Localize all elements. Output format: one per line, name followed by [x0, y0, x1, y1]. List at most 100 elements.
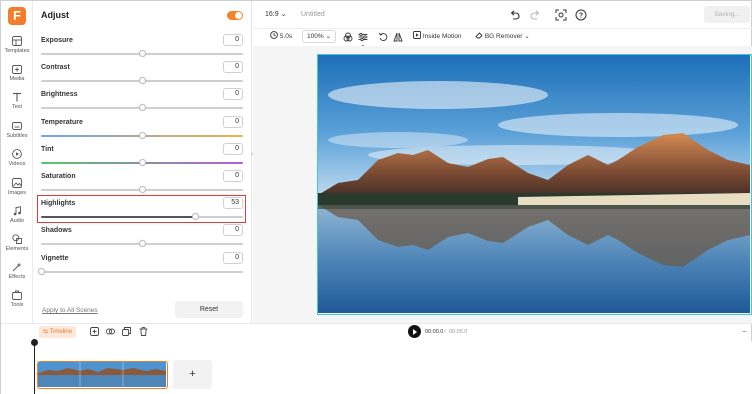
- split-icon[interactable]: [106, 327, 115, 336]
- timeline-icon: ⇆: [43, 329, 49, 335]
- videos-icon: [12, 149, 22, 159]
- flip-icon[interactable]: [393, 32, 403, 42]
- slider-value-input[interactable]: 0: [223, 224, 243, 237]
- playhead-handle[interactable]: [31, 339, 38, 346]
- reset-button[interactable]: Reset: [175, 301, 243, 318]
- slider-value-input[interactable]: 0: [223, 142, 243, 155]
- rail-item-videos[interactable]: Videos: [1, 149, 33, 167]
- project-title[interactable]: Untitled: [301, 11, 325, 18]
- left-rail: F Templates Media Text Subtitles Videos …: [1, 1, 33, 323]
- editor-window: F Templates Media Text Subtitles Videos …: [0, 0, 752, 394]
- slider-saturation: Saturation 0: [41, 170, 243, 197]
- slider-value-input[interactable]: 0: [223, 251, 243, 264]
- timeline-tab[interactable]: ⇆ Timeline: [39, 326, 77, 338]
- bg-remover-button[interactable]: BG Remover ⌄: [475, 31, 530, 40]
- slider-label: Temperature: [41, 118, 83, 126]
- screenshot-icon[interactable]: [555, 9, 567, 21]
- audio-icon: [13, 206, 21, 216]
- images-icon: [12, 178, 22, 188]
- scene-clip[interactable]: [37, 361, 168, 389]
- duplicate-icon[interactable]: [122, 327, 131, 336]
- rail-label: Videos: [8, 161, 26, 167]
- slider-thumb[interactable]: [138, 131, 146, 139]
- slider-thumb[interactable]: [138, 104, 146, 112]
- slider-thumb[interactable]: [138, 186, 146, 193]
- rail-item-templates[interactable]: Templates: [1, 36, 33, 54]
- slider-vignette: Vignette 0: [37, 251, 243, 279]
- add-clip-button[interactable]: +: [173, 360, 212, 389]
- rail-item-images[interactable]: Images: [1, 178, 33, 196]
- saving-button[interactable]: Saving...: [704, 6, 750, 23]
- slider-value-input[interactable]: 0: [223, 170, 243, 182]
- scene-image[interactable]: [317, 54, 752, 315]
- filter-icon[interactable]: [343, 32, 353, 42]
- slider-contrast: Contrast 0: [41, 61, 243, 88]
- rail-item-tools[interactable]: Tools: [1, 290, 33, 308]
- templates-icon: [12, 36, 22, 46]
- zoom-value: 100%: [307, 33, 324, 40]
- rail-label: Subtitles: [6, 133, 28, 139]
- adjust-toggle[interactable]: [227, 11, 243, 20]
- playhead-line[interactable]: [34, 339, 35, 394]
- zoom-out-icon[interactable]: −: [742, 327, 747, 336]
- slider-value-input[interactable]: 0: [223, 61, 243, 74]
- zoom-select[interactable]: 100% ⌄: [302, 30, 336, 43]
- slider-value-input[interactable]: 0: [223, 88, 243, 101]
- rotate-icon[interactable]: [378, 32, 388, 42]
- adjust-panel: Adjust Exposure 0 Contrast 0 Brightness 0 Temp…: [34, 1, 252, 323]
- slider-label: Shadows: [41, 227, 72, 235]
- app-logo[interactable]: F: [8, 7, 26, 25]
- inside-motion-button[interactable]: Inside Motion: [413, 31, 461, 40]
- slider-thumb[interactable]: [138, 240, 146, 248]
- duration-control[interactable]: 5.0s: [270, 31, 292, 40]
- slider-label: Vignette: [41, 254, 69, 262]
- aspect-ratio-select[interactable]: 16:9 ⌄: [265, 10, 286, 18]
- total-time: 00:05.0: [449, 329, 468, 335]
- slider-exposure: Exposure 0: [41, 34, 243, 61]
- slider-value-input[interactable]: 0: [223, 115, 243, 128]
- subtitles-icon: [12, 122, 22, 130]
- play-button[interactable]: [408, 325, 421, 338]
- slider-label: Exposure: [41, 37, 73, 44]
- slider-temperature: Temperature 0: [41, 115, 243, 143]
- aspect-ratio-value: 16:9: [265, 11, 279, 18]
- rail-label: Media: [9, 76, 25, 82]
- rail-label: Tools: [10, 302, 24, 308]
- chevron-down-icon: ⌄: [280, 11, 287, 18]
- chevron-down-icon: ⌄: [325, 33, 331, 40]
- slider-thumb[interactable]: [138, 50, 146, 57]
- redo-icon[interactable]: [529, 9, 541, 21]
- rail-item-elements[interactable]: Elements: [1, 234, 33, 252]
- rail-label: Images: [7, 190, 27, 196]
- rail-label: Text: [11, 104, 23, 110]
- rail-item-subtitles[interactable]: Subtitles: [1, 121, 33, 139]
- rail-label: Elements: [5, 246, 29, 252]
- rail-item-effects[interactable]: Effects: [1, 262, 33, 280]
- slider-shadows: Shadows 0: [41, 224, 243, 251]
- adjust-icon[interactable]: [358, 32, 368, 42]
- tools-icon: [12, 290, 22, 300]
- rail-item-media[interactable]: Media: [1, 64, 33, 82]
- rail-label: Effects: [8, 274, 26, 280]
- slider-label: Tint: [41, 145, 54, 153]
- slider-track[interactable]: [41, 270, 243, 273]
- duration-value: 5.0s: [279, 33, 293, 40]
- apply-to-all-scenes-link[interactable]: Apply to All Scenes: [42, 307, 98, 314]
- bg-remover-label: BG Remover: [484, 33, 523, 40]
- slider-thumb[interactable]: [138, 77, 146, 85]
- undo-icon[interactable]: [509, 9, 521, 21]
- help-icon[interactable]: ?: [575, 9, 587, 21]
- current-time: 00:00.0: [425, 329, 444, 335]
- rail-item-audio[interactable]: Audio: [1, 206, 33, 224]
- text-icon: [13, 92, 21, 102]
- slider-label: Saturation: [41, 173, 76, 180]
- svg-text:?: ?: [579, 13, 583, 20]
- slider-value-input[interactable]: 0: [223, 34, 243, 46]
- slider-thumb[interactable]: [138, 158, 146, 166]
- rail-label: Templates: [4, 48, 30, 54]
- media-icon: [12, 65, 22, 74]
- delete-icon[interactable]: [139, 327, 148, 336]
- rail-item-text[interactable]: Text: [1, 92, 33, 110]
- add-scene-icon[interactable]: [90, 327, 99, 336]
- slider-thumb[interactable]: [37, 267, 45, 275]
